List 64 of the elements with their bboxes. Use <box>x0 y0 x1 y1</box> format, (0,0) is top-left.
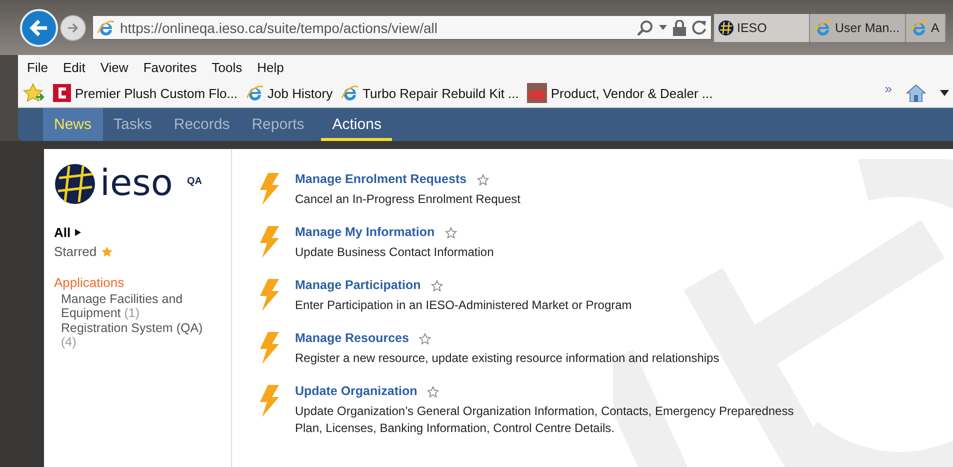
menu-item[interactable]: File <box>27 60 48 74</box>
star-icon[interactable] <box>476 174 489 186</box>
browser-tab[interactable]: User Man... <box>810 14 906 42</box>
home-icon[interactable] <box>906 84 926 102</box>
star-icon[interactable] <box>427 386 440 398</box>
globe-icon <box>718 20 734 36</box>
action-description: Cancel an In-Progress Enrolment Request <box>295 191 522 208</box>
browser-e-icon <box>814 18 832 36</box>
browser-e-icon <box>340 84 359 102</box>
lightning-icon <box>258 226 280 258</box>
favorite-link[interactable]: Product, Vendor & Dealer ... <box>526 83 713 103</box>
favorite-link[interactable]: Turbo Repair Rebuild Kit ... <box>340 84 519 102</box>
forward-button[interactable] <box>60 14 86 40</box>
browser-e-icon <box>97 18 115 36</box>
action-description: Update Business Contact Information <box>295 244 495 261</box>
filter-link[interactable]: All <box>54 223 231 242</box>
application-link[interactable]: Registration System (QA) (4) <box>61 321 231 349</box>
action-description: Update Organization’s General Organization Information, Contacts, Emergency Preparedness Plan, Licenses, Banking Information, Control Centre Details. <box>295 403 795 437</box>
forward-arrow-icon <box>67 22 79 32</box>
menu-item[interactable]: Tools <box>212 60 242 74</box>
browser-tab[interactable]: A <box>906 14 946 42</box>
menu-item[interactable]: Help <box>257 60 284 74</box>
lightning-icon <box>258 332 280 364</box>
thumbnail-icon <box>526 83 547 103</box>
favorite-link[interactable]: Job History <box>246 84 333 102</box>
filter-link[interactable]: Starred <box>54 242 231 261</box>
globe-logo-icon <box>54 163 96 205</box>
action-link[interactable]: Manage My Information <box>295 224 435 241</box>
environment-label: QA <box>186 176 202 186</box>
address-field[interactable]: https://onlineqa.ieso.ca/suite/tempo/actions/view/all <box>92 15 712 40</box>
browser-e-icon <box>246 84 264 102</box>
action-link[interactable]: Manage Participation <box>295 277 421 294</box>
action-description: Enter Participation in an IESO-Administered Market or Program <box>295 297 633 314</box>
star-icon[interactable] <box>418 332 431 344</box>
lock-icon <box>673 20 686 36</box>
lightning-icon <box>258 279 280 311</box>
browser-tab[interactable]: IESO <box>714 14 810 42</box>
logo-wordmark: ieso <box>100 166 173 202</box>
nav-tab[interactable]: News <box>43 108 103 141</box>
application-link[interactable]: Manage Facilities and Equipment (1) <box>61 292 231 320</box>
section-heading: Applications <box>54 274 126 292</box>
search-icon[interactable] <box>637 20 653 36</box>
browser-e-icon <box>910 18 928 36</box>
lightning-icon <box>258 385 280 417</box>
menu-item[interactable]: View <box>100 60 128 74</box>
action-link[interactable]: Manage Enrolment Requests <box>295 171 467 188</box>
dropdown-caret-icon[interactable] <box>940 90 949 96</box>
back-arrow-icon <box>29 18 49 36</box>
brand-c-icon <box>53 84 71 102</box>
star-icon[interactable] <box>430 280 443 292</box>
favorites-star-icon[interactable] <box>23 83 45 103</box>
favorite-link[interactable]: Premier Plush Custom Flo... <box>53 84 238 102</box>
action-description: Register a new resource, update existing resource information and relationships <box>295 350 720 367</box>
refresh-icon[interactable] <box>692 20 707 35</box>
lightning-icon <box>258 173 280 205</box>
action-link[interactable]: Manage Resources <box>295 330 409 347</box>
star-icon <box>100 246 113 258</box>
star-icon[interactable] <box>444 226 457 238</box>
menu-item[interactable]: Favorites <box>143 60 197 74</box>
overflow-chevron[interactable]: » <box>884 80 892 96</box>
triangle-icon <box>74 229 81 236</box>
back-button[interactable] <box>20 8 58 46</box>
action-link[interactable]: Update Organization <box>295 383 418 400</box>
menu-item[interactable]: Edit <box>62 60 86 74</box>
